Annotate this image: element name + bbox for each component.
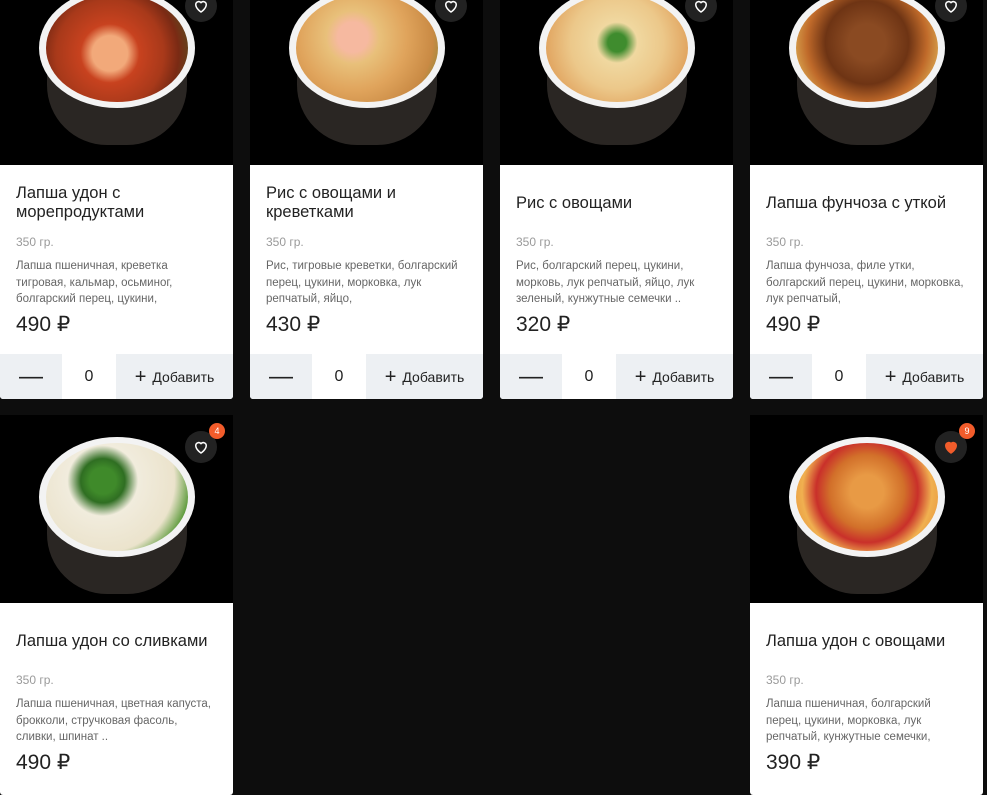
heart-outline-icon (194, 0, 208, 13)
product-description: Лапша пшеничная, болгарский перец, цукин… (766, 698, 931, 743)
plus-icon: + (884, 365, 897, 388)
favorite-button[interactable] (435, 0, 467, 22)
product-description: Рис, тигровые креветки, болгарский перец… (266, 260, 458, 305)
favorite-button[interactable]: 4 (185, 423, 225, 463)
add-button-label: Добавить (652, 368, 715, 385)
product-description: Лапша фунчоза, филе утки, болгарский пер… (766, 260, 964, 305)
quantity-controls: — 0 + Добавить (0, 354, 233, 399)
product-title[interactable]: Рис с овощами (516, 183, 717, 223)
add-button-label: Добавить (402, 368, 465, 385)
product-title[interactable]: Лапша удон с морепродуктами (16, 183, 217, 223)
quantity-controls: — 0 + Добавить (750, 354, 983, 399)
product-card: Рис с овощами 350 гр. Рис, болгарский пе… (500, 0, 733, 399)
product-price: 490 ₽ (16, 751, 71, 774)
minus-icon: — (269, 362, 293, 390)
product-weight: 350 гр. (266, 235, 304, 249)
heart-outline-icon (194, 441, 208, 454)
plus-icon: + (134, 365, 147, 388)
minus-icon: — (519, 362, 543, 390)
product-photo[interactable] (250, 0, 483, 165)
favorite-count-badge: 9 (959, 423, 975, 439)
dish-image (788, 0, 945, 145)
product-description: Лапша пшеничная, креветка тигровая, каль… (16, 260, 173, 305)
favorite-count-badge: 4 (209, 423, 225, 439)
product-title[interactable]: Лапша удон со сливками (16, 621, 217, 661)
product-card: 4 Лапша удон со сливками 350 гр. Лапша п… (0, 415, 233, 795)
favorite-button[interactable] (935, 0, 967, 22)
product-card: 9 Лапша удон с овощами 350 гр. Лапша пше… (750, 415, 983, 795)
minus-icon: — (769, 362, 793, 390)
decrease-quantity-button[interactable]: — (0, 354, 62, 399)
favorite-button[interactable]: 9 (935, 423, 975, 463)
heart-outline-icon (444, 0, 458, 13)
product-description: Рис, болгарский перец, цукини, морковь, … (516, 260, 695, 305)
decrease-quantity-button[interactable]: — (250, 354, 312, 399)
dish-image (538, 0, 695, 145)
product-weight: 350 гр. (766, 235, 804, 249)
add-to-cart-button[interactable]: + Добавить (616, 354, 733, 399)
dish-image (288, 0, 445, 145)
dish-image (38, 0, 195, 145)
product-photo[interactable]: 4 (0, 415, 233, 603)
add-to-cart-button[interactable]: + Добавить (366, 354, 483, 399)
plus-icon: + (384, 365, 397, 388)
product-card: Рис с овощами и креветками 350 гр. Рис, … (250, 0, 483, 399)
favorite-button[interactable] (685, 0, 717, 22)
product-price: 390 ₽ (766, 751, 821, 774)
product-title[interactable]: Рис с овощами и креветками (266, 183, 467, 223)
quantity-value[interactable]: 0 (62, 354, 116, 399)
product-price: 320 ₽ (516, 313, 571, 336)
plus-icon: + (634, 365, 647, 388)
product-title[interactable]: Лапша удон с овощами (766, 621, 967, 661)
product-weight: 350 гр. (516, 235, 554, 249)
product-weight: 350 гр. (766, 673, 804, 687)
product-description: Лапша пшеничная, цветная капуста, брокко… (16, 698, 211, 743)
add-to-cart-button[interactable]: + Добавить (116, 354, 233, 399)
add-button-label: Добавить (152, 368, 215, 385)
dish-image (38, 437, 195, 594)
add-button-label: Добавить (902, 368, 965, 385)
product-photo[interactable] (750, 0, 983, 165)
product-photo[interactable]: 9 (750, 415, 983, 603)
quantity-value[interactable]: 0 (562, 354, 616, 399)
quantity-value[interactable]: 0 (312, 354, 366, 399)
heart-filled-icon (944, 441, 958, 454)
heart-outline-icon (944, 0, 958, 13)
decrease-quantity-button[interactable]: — (750, 354, 812, 399)
product-photo[interactable] (0, 0, 233, 165)
product-weight: 350 гр. (16, 235, 54, 249)
quantity-value[interactable]: 0 (812, 354, 866, 399)
add-to-cart-button[interactable]: + Добавить (866, 354, 983, 399)
dish-image (788, 437, 945, 594)
product-card: Лапша фунчоза с уткой 350 гр. Лапша фунч… (750, 0, 983, 399)
product-price: 490 ₽ (766, 313, 821, 336)
minus-icon: — (19, 362, 43, 390)
product-title[interactable]: Лапша фунчоза с уткой (766, 183, 967, 223)
heart-outline-icon (694, 0, 708, 13)
product-price: 430 ₽ (266, 313, 321, 336)
quantity-controls: — 0 + Добавить (250, 354, 483, 399)
product-card: Лапша удон с морепродуктами 350 гр. Лапш… (0, 0, 233, 399)
product-photo[interactable] (500, 0, 733, 165)
favorite-button[interactable] (185, 0, 217, 22)
quantity-controls: — 0 + Добавить (500, 354, 733, 399)
decrease-quantity-button[interactable]: — (500, 354, 562, 399)
product-price: 490 ₽ (16, 313, 71, 336)
product-weight: 350 гр. (16, 673, 54, 687)
